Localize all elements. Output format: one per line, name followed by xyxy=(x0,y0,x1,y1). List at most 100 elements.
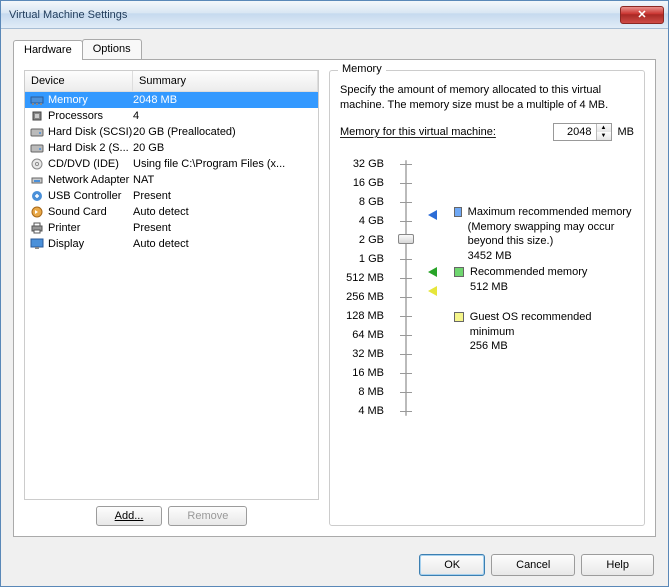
scale-tick-label: 16 MB xyxy=(340,364,384,383)
scale-tick-label: 2 GB xyxy=(340,231,384,250)
device-row[interactable]: PrinterPresent xyxy=(25,220,318,236)
device-summary: Present xyxy=(133,190,318,202)
scale-tick xyxy=(400,373,412,374)
remove-button[interactable]: Remove xyxy=(168,506,247,526)
device-name: Printer xyxy=(48,222,133,234)
scale-tick xyxy=(400,392,412,393)
window-title: Virtual Machine Settings xyxy=(9,9,620,21)
memory-spinner[interactable]: ▲ ▼ xyxy=(553,123,612,141)
scale-tick-label: 8 MB xyxy=(340,383,384,402)
scale-tick xyxy=(400,297,412,298)
tab-strip: Hardware Options xyxy=(13,39,656,59)
marker-min xyxy=(428,286,437,296)
legend-max-note: (Memory swapping may occur beyond this s… xyxy=(468,220,634,250)
legend-rec-swatch xyxy=(454,267,464,277)
memory-panel: Memory Specify the amount of memory allo… xyxy=(329,70,645,526)
scale-tick-label: 32 MB xyxy=(340,345,384,364)
close-icon: ✕ xyxy=(637,8,646,21)
tab-options[interactable]: Options xyxy=(82,39,142,59)
scale-markers xyxy=(428,155,444,421)
scale-tick-label: 1 GB xyxy=(340,250,384,269)
hdd-icon xyxy=(29,141,45,155)
device-row[interactable]: Hard Disk (SCSI)20 GB (Preallocated) xyxy=(25,124,318,140)
spinner-up[interactable]: ▲ xyxy=(597,124,611,132)
device-summary: Using file C:\Program Files (x... xyxy=(133,158,318,170)
legend-rec: Recommended memory 512 MB xyxy=(454,265,587,295)
device-summary: Present xyxy=(133,222,318,234)
scale-tick xyxy=(400,411,412,412)
memory-group-title: Memory xyxy=(338,63,386,75)
scale-tick xyxy=(400,354,412,355)
legend-max-value: 3452 MB xyxy=(468,249,634,264)
scale-tick xyxy=(400,221,412,222)
device-name: Hard Disk 2 (S... xyxy=(48,142,133,154)
device-panel: Device Summary Memory2048 MBProcessors4H… xyxy=(24,70,319,526)
scale-tick xyxy=(400,259,412,260)
device-rows: Memory2048 MBProcessors4Hard Disk (SCSI)… xyxy=(25,92,318,252)
device-summary: Auto detect xyxy=(133,206,318,218)
cancel-button[interactable]: Cancel xyxy=(491,554,575,576)
hdd-icon xyxy=(29,125,45,139)
add-button[interactable]: Add... xyxy=(96,506,163,526)
marker-rec xyxy=(428,267,437,277)
device-summary: NAT xyxy=(133,174,318,186)
device-row[interactable]: DisplayAuto detect xyxy=(25,236,318,252)
memory-input-row: Memory for this virtual machine: ▲ ▼ MB xyxy=(340,123,634,141)
scale-tick-label: 128 MB xyxy=(340,307,384,326)
memory-unit: MB xyxy=(618,126,635,138)
cd-icon xyxy=(29,157,45,171)
help-button[interactable]: Help xyxy=(581,554,654,576)
device-row[interactable]: Sound CardAuto detect xyxy=(25,204,318,220)
device-row[interactable]: USB ControllerPresent xyxy=(25,188,318,204)
device-row[interactable]: Network AdapterNAT xyxy=(25,172,318,188)
scale-tick xyxy=(400,164,412,165)
legend-rec-label: Recommended memory xyxy=(470,265,587,280)
tab-hardware[interactable]: Hardware xyxy=(13,40,83,60)
scale-thumb[interactable] xyxy=(398,234,414,244)
col-header-device[interactable]: Device xyxy=(25,71,133,91)
scale-tick-label: 64 MB xyxy=(340,326,384,345)
scale-rail xyxy=(405,160,407,416)
settings-window: Virtual Machine Settings ✕ Hardware Opti… xyxy=(0,0,669,587)
scale-tick xyxy=(400,335,412,336)
memory-icon xyxy=(29,93,45,107)
scale-tick xyxy=(400,183,412,184)
device-row[interactable]: Processors4 xyxy=(25,108,318,124)
legend-max-swatch xyxy=(454,207,462,217)
device-row[interactable]: CD/DVD (IDE)Using file C:\Program Files … xyxy=(25,156,318,172)
scale-tick-label: 8 GB xyxy=(340,193,384,212)
spinner-buttons: ▲ ▼ xyxy=(596,124,611,140)
titlebar[interactable]: Virtual Machine Settings ✕ xyxy=(1,1,668,29)
scale-tick-label: 4 MB xyxy=(340,402,384,421)
legend-max: Maximum recommended memory (Memory swapp… xyxy=(454,205,634,264)
device-name: Processors xyxy=(48,110,133,122)
legend: Maximum recommended memory (Memory swapp… xyxy=(454,155,634,421)
legend-min: Guest OS recommended minimum 256 MB xyxy=(454,310,634,355)
dialog-buttons: OK Cancel Help xyxy=(419,554,654,576)
memory-input[interactable] xyxy=(554,124,596,140)
scale-tick-label: 32 GB xyxy=(340,155,384,174)
device-name: Display xyxy=(48,238,133,250)
col-header-summary[interactable]: Summary xyxy=(133,71,318,91)
device-summary: 20 GB (Preallocated) xyxy=(133,126,318,138)
ok-button[interactable]: OK xyxy=(419,554,485,576)
scale-labels: 32 GB16 GB8 GB4 GB2 GB1 GB512 MB256 MB12… xyxy=(340,155,384,421)
scale-track[interactable] xyxy=(394,155,418,421)
memory-input-label: Memory for this virtual machine: xyxy=(340,126,496,138)
device-row[interactable]: Memory2048 MB xyxy=(25,92,318,108)
device-name: Hard Disk (SCSI) xyxy=(48,126,133,138)
device-name: CD/DVD (IDE) xyxy=(48,158,133,170)
scale-tick-label: 256 MB xyxy=(340,288,384,307)
spinner-down[interactable]: ▼ xyxy=(597,132,611,140)
device-row[interactable]: Hard Disk 2 (S...20 GB xyxy=(25,140,318,156)
client-area: Hardware Options Device Summary Memory20… xyxy=(1,29,668,586)
device-table: Device Summary Memory2048 MBProcessors4H… xyxy=(24,70,319,500)
legend-min-label: Guest OS recommended minimum xyxy=(470,310,634,340)
close-button[interactable]: ✕ xyxy=(620,6,664,24)
device-summary: 2048 MB xyxy=(133,94,318,106)
device-summary: 20 GB xyxy=(133,142,318,154)
device-name: Sound Card xyxy=(48,206,133,218)
device-table-header: Device Summary xyxy=(25,71,318,92)
device-name: USB Controller xyxy=(48,190,133,202)
legend-min-swatch xyxy=(454,312,464,322)
